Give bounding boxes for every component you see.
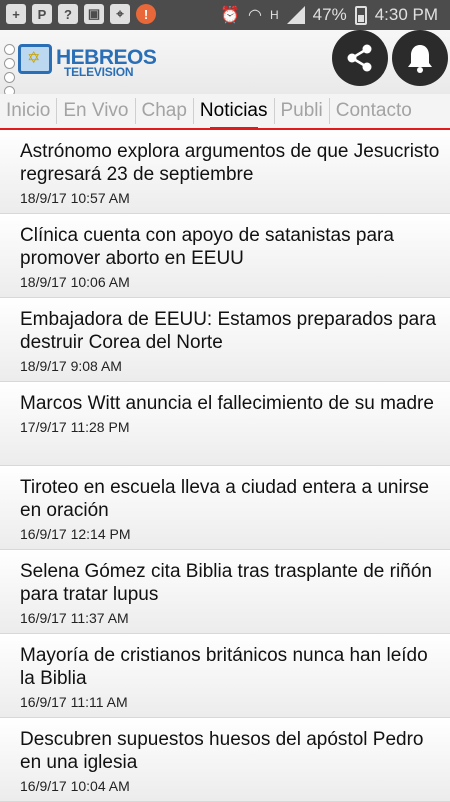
news-date: 16/9/17 10:04 AM — [20, 778, 130, 794]
clock: 4:30 PM — [374, 5, 438, 24]
tab-noticias[interactable]: Noticias — [194, 98, 275, 133]
list-item[interactable]: Selena Gómez cita Biblia tras trasplante… — [0, 550, 450, 634]
news-date: 17/9/17 11:28 PM — [20, 419, 130, 435]
wifi-icon: ◠ — [248, 7, 262, 24]
news-title: Marcos Witt anuncia el fallecimiento de … — [20, 393, 434, 414]
news-date: 18/9/17 10:57 AM — [20, 190, 130, 206]
tab-publi[interactable]: Publi — [275, 98, 330, 124]
status-right: ⏰ ◠ H 47% 4:30 PM — [220, 5, 438, 25]
tab-en-vivo[interactable]: En Vivo — [57, 98, 136, 124]
p-app-icon: P — [32, 4, 52, 24]
alarm-icon: ⏰ — [220, 7, 241, 24]
news-title: Embajadora de EEUU: Estamos preparados p… — [20, 309, 437, 353]
status-bar: + P ? ▣ ⌖ ! ⏰ ◠ H 47% 4:30 PM — [0, 0, 450, 30]
alert-icon: ! — [136, 4, 156, 24]
share-icon — [347, 44, 372, 72]
battery-icon — [354, 5, 367, 25]
tab-chap[interactable]: Chap — [136, 98, 194, 124]
news-date: 16/9/17 11:11 AM — [20, 694, 128, 710]
list-item[interactable]: Clínica cuenta con apoyo de satanistas p… — [0, 214, 450, 298]
tab-bar: Inicio En Vivo Chap Noticias Publi Conta… — [0, 94, 450, 133]
notification-icons: + P ? ▣ ⌖ ! — [6, 4, 156, 24]
network-type-label: H — [269, 8, 279, 22]
news-list: Astrónomo explora argumentos de que Jesu… — [0, 130, 450, 802]
news-title: Descubren supuestos huesos del apóstol P… — [20, 729, 424, 773]
news-title: Astrónomo explora argumentos de que Jesu… — [20, 141, 440, 185]
signal-icon — [286, 6, 305, 24]
news-title: Tiroteo en escuela lleva a ciudad entera… — [20, 477, 430, 521]
image-icon: ▣ — [84, 4, 104, 24]
list-item[interactable]: Astrónomo explora argumentos de que Jesu… — [0, 130, 450, 214]
app-header: HEBREOS TELEVISION — [0, 30, 450, 97]
list-item[interactable]: Tiroteo en escuela lleva a ciudad entera… — [0, 466, 450, 550]
logo-subtitle: TELEVISION — [64, 65, 134, 79]
news-date: 16/9/17 12:14 PM — [20, 526, 131, 542]
news-title: Clínica cuenta con apoyo de satanistas p… — [20, 225, 394, 269]
news-date: 18/9/17 9:08 AM — [20, 358, 122, 374]
logo-dots — [4, 44, 15, 97]
bell-icon — [408, 45, 432, 73]
news-date: 18/9/17 10:06 AM — [20, 274, 130, 290]
share-button[interactable] — [332, 30, 388, 86]
battery-percent: 47% — [312, 5, 347, 24]
list-item[interactable]: Descubren supuestos huesos del apóstol P… — [0, 718, 450, 802]
list-item[interactable]: Mayoría de cristianos británicos nunca h… — [0, 634, 450, 718]
list-item[interactable]: Embajadora de EEUU: Estamos preparados p… — [0, 298, 450, 382]
add-box-icon: + — [6, 4, 26, 24]
help-icon: ? — [58, 4, 78, 24]
news-date: 16/9/17 11:37 AM — [20, 610, 129, 626]
news-title: Mayoría de cristianos británicos nunca h… — [20, 645, 428, 689]
tab-inicio[interactable]: Inicio — [0, 98, 58, 124]
news-title: Selena Gómez cita Biblia tras trasplante… — [20, 561, 432, 605]
notifications-button[interactable] — [392, 30, 448, 86]
map-pin-icon: ⌖ — [110, 4, 130, 24]
tv-logo-icon — [18, 44, 52, 74]
logo: HEBREOS TELEVISION — [4, 40, 157, 97]
tab-contacto[interactable]: Contacto — [330, 98, 418, 124]
list-item[interactable]: Marcos Witt anuncia el fallecimiento de … — [0, 382, 450, 466]
